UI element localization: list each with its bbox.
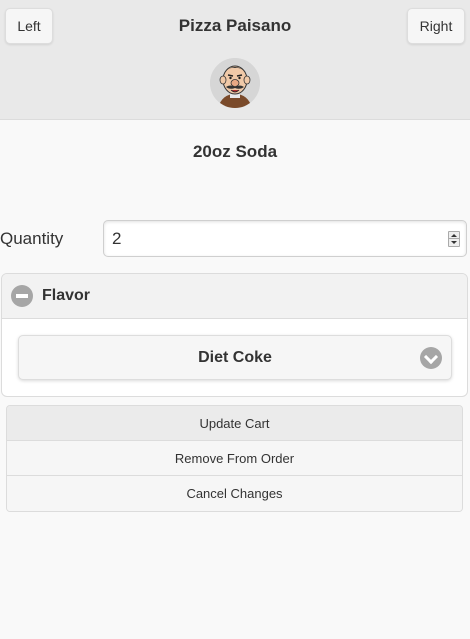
update-cart-button[interactable]: Update Cart [7, 406, 462, 441]
flavor-collapsible-header[interactable]: Flavor [2, 274, 467, 319]
flavor-collapsible: Flavor Diet Coke [1, 273, 468, 397]
flavor-heading: Flavor [42, 287, 91, 304]
collapse-minus-icon [11, 285, 33, 307]
quantity-value: 2 [112, 229, 122, 248]
app-root: Left Pizza Paisano Right 20oz Soda Quant… [0, 0, 470, 639]
chef-logo-icon [210, 58, 260, 108]
stepper-down-icon[interactable] [449, 239, 459, 246]
remove-from-order-button[interactable]: Remove From Order [7, 441, 462, 476]
flavor-select[interactable]: Diet Coke [18, 335, 452, 380]
quantity-input[interactable]: 2 [103, 220, 467, 257]
right-button[interactable]: Right [407, 8, 465, 44]
page-title: Pizza Paisano [178, 16, 292, 35]
item-title: 20oz Soda [192, 142, 278, 161]
stepper-up-icon[interactable] [449, 232, 459, 239]
quantity-label: Quantity [0, 229, 64, 248]
header-bar: Left Pizza Paisano Right [0, 0, 470, 120]
cancel-changes-button[interactable]: Cancel Changes [7, 476, 462, 511]
flavor-selected-value: Diet Coke [198, 349, 272, 366]
chevron-down-icon [420, 347, 442, 369]
quantity-stepper[interactable] [448, 231, 460, 247]
left-button[interactable]: Left [5, 8, 53, 44]
action-list: Update Cart Remove From Order Cancel Cha… [6, 405, 463, 512]
